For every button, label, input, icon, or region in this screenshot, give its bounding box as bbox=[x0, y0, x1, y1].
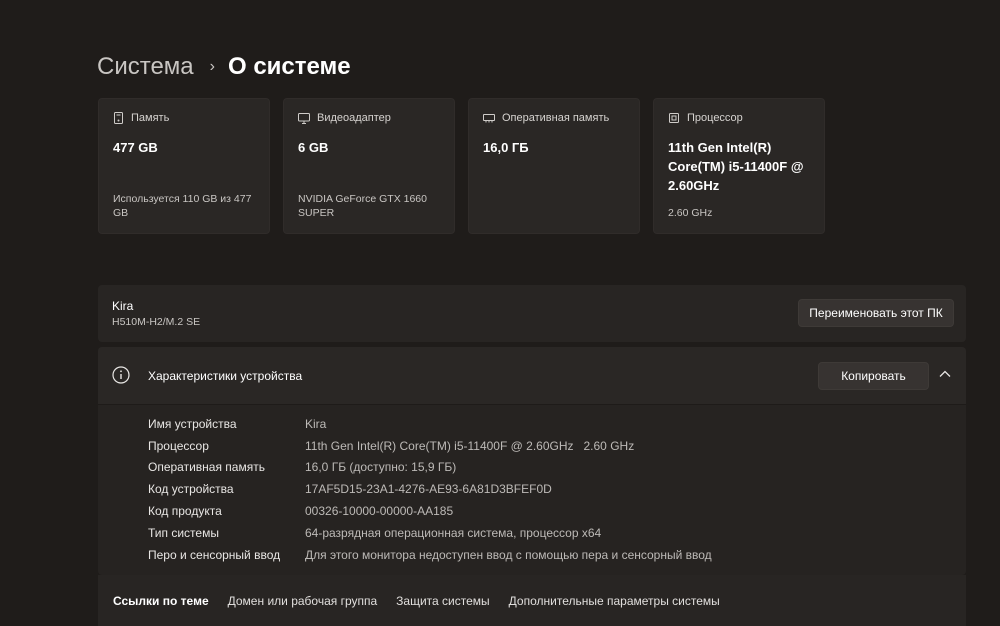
spec-value: 17AF5D15-23A1-4276-AE93-6A81D3BFEF0D bbox=[305, 482, 552, 497]
spec-label: Код устройства bbox=[148, 482, 234, 497]
card-gpu: Видеоадаптер 6 GB NVIDIA GeForce GTX 166… bbox=[283, 98, 455, 234]
spec-value: Для этого монитора недоступен ввод с пом… bbox=[305, 547, 712, 562]
related-links-title: Ссылки по теме bbox=[113, 593, 209, 608]
storage-icon bbox=[114, 112, 123, 124]
card-value: 11th Gen Intel(R) Core(TM) i5-11400F @ 2… bbox=[668, 140, 804, 193]
spec-label: Оперативная память bbox=[148, 460, 265, 475]
card-value: 16,0 ГБ bbox=[483, 140, 529, 155]
card-ram: Оперативная память 16,0 ГБ bbox=[468, 98, 640, 234]
spec-row: Оперативная память 16,0 ГБ (доступно: 15… bbox=[148, 457, 712, 479]
spec-label: Процессор bbox=[148, 438, 209, 453]
spec-value: 00326-10000-00000-AA185 bbox=[305, 504, 454, 519]
card-subtitle: 2.60 GHz bbox=[668, 207, 713, 219]
summary-cards: Память 477 GB Используется 110 GB из 477… bbox=[98, 98, 825, 234]
link-domain-workgroup[interactable]: Домен или рабочая группа bbox=[228, 594, 378, 608]
chevron-up-icon[interactable] bbox=[939, 370, 951, 378]
breadcrumb-separator-icon: › bbox=[209, 58, 215, 75]
card-storage: Память 477 GB Используется 110 GB из 477… bbox=[98, 98, 270, 234]
card-processor: Процессор 11th Gen Intel(R) Core(TM) i5-… bbox=[653, 98, 825, 234]
spec-label: Имя устройства bbox=[148, 416, 237, 431]
rename-pc-button[interactable]: Переименовать этот ПК bbox=[798, 299, 954, 327]
breadcrumb: Система › О системе bbox=[97, 52, 351, 82]
spec-row: Перо и сенсорный ввод Для этого монитора… bbox=[148, 544, 712, 566]
card-title: Оперативная память bbox=[502, 112, 610, 124]
link-system-protection[interactable]: Защита системы bbox=[396, 594, 489, 608]
device-model: H510M-H2/M.2 SE bbox=[112, 316, 201, 328]
spec-label: Код продукта bbox=[148, 504, 222, 519]
card-title: Видеоадаптер bbox=[317, 112, 391, 124]
spec-row: Код устройства 17AF5D15-23A1-4276-AE93-6… bbox=[148, 478, 712, 500]
spec-value: Kira bbox=[305, 416, 327, 431]
spec-label: Тип системы bbox=[148, 525, 219, 540]
spec-value: 16,0 ГБ (доступно: 15,9 ГБ) bbox=[305, 460, 457, 475]
copy-button[interactable]: Копировать bbox=[818, 362, 929, 390]
device-specifications-panel: Характеристики устройства Копировать Имя… bbox=[98, 347, 966, 575]
processor-icon bbox=[669, 113, 679, 123]
spec-row: Имя устройства Kira bbox=[148, 413, 712, 435]
card-subtitle: NVIDIA GeForce GTX 1660 SUPER bbox=[298, 193, 427, 219]
spec-row: Тип системы 64-разрядная операционная си… bbox=[148, 522, 712, 544]
specifications-header[interactable]: Характеристики устройства Копировать bbox=[98, 347, 966, 405]
device-name: Kira bbox=[112, 299, 134, 313]
specifications-list: Имя устройства Kira Процессор 11th Gen I… bbox=[148, 413, 712, 566]
card-value: 477 GB bbox=[113, 140, 158, 155]
card-value: 6 GB bbox=[298, 140, 329, 155]
link-advanced-system-settings[interactable]: Дополнительные параметры системы bbox=[509, 594, 720, 608]
related-links-bar: Ссылки по теме Домен или рабочая группа … bbox=[98, 575, 966, 626]
card-title: Память bbox=[131, 112, 170, 124]
spec-value: 11th Gen Intel(R) Core(TM) i5-11400F @ 2… bbox=[305, 438, 635, 453]
card-subtitle: Используется 110 GB из 477 GB bbox=[113, 193, 252, 219]
page-title: О системе bbox=[227, 53, 351, 80]
ram-icon bbox=[483, 114, 495, 123]
device-name-bar: Kira H510M-H2/M.2 SE Переименовать этот … bbox=[98, 285, 966, 342]
spec-row: Процессор 11th Gen Intel(R) Core(TM) i5-… bbox=[148, 435, 712, 457]
gpu-icon bbox=[298, 112, 310, 124]
card-title: Процессор bbox=[687, 112, 743, 124]
spec-value: 64-разрядная операционная система, проце… bbox=[305, 525, 602, 540]
spec-label: Перо и сенсорный ввод bbox=[148, 547, 281, 562]
spec-row: Код продукта 00326-10000-00000-AA185 bbox=[148, 500, 712, 522]
specifications-title: Характеристики устройства bbox=[148, 369, 303, 383]
info-icon bbox=[112, 366, 130, 384]
breadcrumb-parent-link[interactable]: Система bbox=[97, 53, 194, 81]
